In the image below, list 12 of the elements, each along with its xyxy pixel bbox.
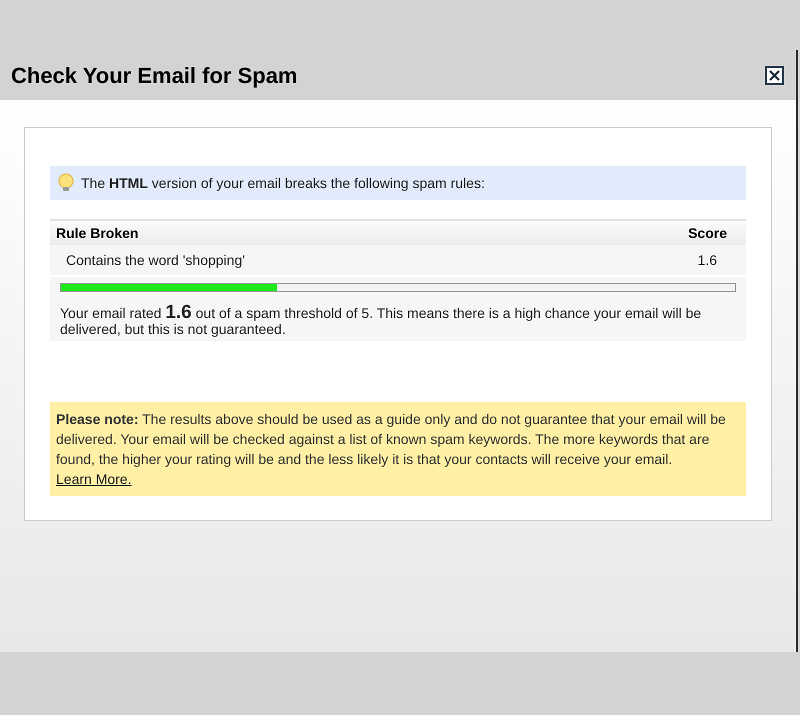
column-header: Score bbox=[688, 224, 728, 242]
lightbulb-icon bbox=[56, 173, 76, 193]
rating-text: Your email rated 1.6 out of a spam threshold of 5. This means there is a high chance your email will be delivered, but this is not guaranteed. bbox=[60, 305, 702, 337]
notice-text: The HTML version of your email breaks the following spam rules: bbox=[81, 174, 485, 193]
note-text: Please note: The results above should be used as a guide only and do not guarantee that your email will be delivered. Your email will be checked against a list of known spam keywords. The more keywords that are found, the higher your rating will be and the less likely it is that your contacts will receive your email. Learn More. bbox=[56, 410, 727, 489]
column-header: Rule Broken bbox=[56, 224, 138, 242]
learn-more-link[interactable]: Learn More. bbox=[56, 471, 132, 487]
table-cell-text: Contains the word 'shopping' bbox=[66, 250, 245, 270]
close-icon bbox=[769, 70, 780, 80]
table-cell-text: 1.6 bbox=[698, 250, 717, 270]
window-title: Check Your Email for Spam bbox=[11, 62, 298, 90]
close-button[interactable] bbox=[765, 66, 784, 84]
